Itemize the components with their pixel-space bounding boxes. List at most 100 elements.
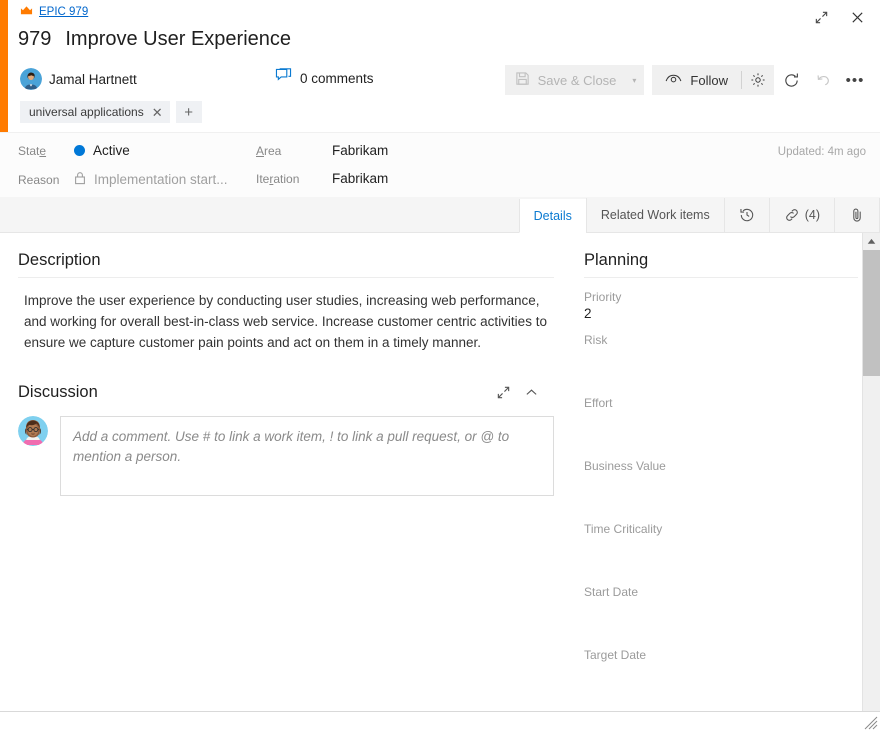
field-state-value[interactable]: Active (74, 143, 130, 158)
field-area-label: Area (256, 143, 282, 158)
close-icon[interactable] (844, 4, 870, 30)
work-item-fields-strip: State Active Reason Implementation start… (0, 132, 880, 197)
field-effort-value[interactable] (584, 412, 858, 431)
work-item-type-color-bar (0, 0, 8, 132)
comment-icon (275, 68, 292, 88)
crown-icon (20, 5, 33, 18)
work-item-title[interactable]: Improve User Experience (65, 28, 291, 51)
tab-history[interactable] (723, 198, 769, 232)
field-priority: Priority 2 (584, 290, 858, 325)
field-reason-value: Implementation start... (74, 171, 228, 188)
work-item-header: EPIC 979 979 Improve User Experience Jam… (0, 0, 880, 132)
tab-related-work-items-label: Related Work items (600, 208, 710, 222)
work-item-id: 979 (18, 28, 52, 50)
field-iteration: Iteration Fabrikam (256, 171, 388, 186)
assigned-to-name: Jamal Hartnett (49, 71, 137, 87)
scrollbar-track[interactable] (863, 250, 880, 714)
tab-details[interactable]: Details (518, 199, 586, 233)
scroll-up-button[interactable] (863, 233, 880, 250)
work-item-tabs: Details Related Work items (4) (0, 197, 880, 233)
field-priority-label: Priority (584, 290, 622, 304)
gear-icon[interactable] (742, 65, 774, 95)
field-target-date-value[interactable] (584, 664, 858, 683)
expand-icon[interactable] (496, 385, 511, 400)
field-time-criticality-label: Time Criticality (584, 522, 663, 536)
field-effort-label: Effort (584, 396, 613, 410)
more-actions-button[interactable]: ••• (840, 65, 870, 95)
field-effort: Effort (584, 396, 858, 431)
field-time-criticality-value[interactable] (584, 538, 858, 557)
field-target-date: Target Date (584, 648, 858, 683)
tab-related-work-items[interactable]: Related Work items (585, 198, 724, 232)
breadcrumb: EPIC 979 (20, 5, 88, 18)
description-heading: Description (18, 251, 101, 269)
field-iteration-label: Iteration (256, 171, 300, 186)
field-target-date-label: Target Date (584, 648, 647, 662)
scrollbar-thumb[interactable] (863, 250, 880, 376)
page-title: 979 Improve User Experience (18, 28, 291, 51)
epic-breadcrumb-link[interactable]: EPIC 979 (39, 6, 88, 18)
follow-button-group: Follow (652, 65, 774, 95)
field-business-value-value[interactable] (584, 475, 858, 494)
field-priority-value[interactable]: 2 (584, 306, 858, 325)
eye-icon (665, 73, 682, 88)
work-item-meta-row: Jamal Hartnett 0 comments (20, 68, 374, 90)
field-area-value[interactable]: Fabrikam (332, 143, 388, 158)
updated-timestamp: Updated: 4m ago (777, 146, 866, 158)
save-and-close-label: Save & Close (537, 72, 617, 88)
save-and-close-button[interactable]: Save & Close ▾ (504, 65, 645, 95)
chevron-down-icon[interactable]: ▾ (632, 76, 636, 85)
tab-links[interactable]: (4) (768, 198, 834, 232)
discussion-heading: Discussion (18, 383, 98, 401)
assigned-to-field[interactable]: Jamal Hartnett (20, 68, 137, 90)
description-text[interactable]: Improve the user experience by conductin… (18, 290, 554, 353)
revert-button[interactable] (808, 65, 838, 95)
comment-placeholder: Add a comment. Use # to link a work item… (73, 429, 510, 464)
resize-grip[interactable] (864, 716, 878, 730)
attachment-icon (849, 207, 865, 223)
follow-button[interactable]: Follow (652, 65, 741, 95)
planning-divider (584, 277, 858, 278)
field-reason: Reason Implementation start... (18, 171, 228, 188)
field-start-date: Start Date (584, 585, 858, 620)
add-tag-button[interactable]: + (175, 101, 202, 123)
field-reason-label: Reason (18, 172, 60, 187)
field-business-value-label: Business Value (584, 459, 666, 473)
work-item-toolbar: Save & Close ▾ Follow ••• (504, 65, 870, 95)
tab-details-label: Details (533, 208, 572, 223)
state-dot-icon (74, 145, 85, 156)
tab-attachments[interactable] (834, 198, 880, 232)
field-time-criticality: Time Criticality (584, 522, 858, 557)
work-item-dialog: EPIC 979 979 Improve User Experience Jam… (0, 0, 880, 731)
save-icon (515, 71, 530, 89)
details-right-pane: Planning Priority 2 Risk Effort Business… (572, 233, 880, 731)
comment-author-avatar (18, 416, 48, 446)
link-icon (784, 207, 800, 223)
field-area: Area Fabrikam (256, 143, 388, 158)
comments-count: 0 comments (300, 70, 374, 86)
maximize-icon[interactable] (808, 4, 834, 30)
planning-heading: Planning (584, 251, 649, 269)
window-controls (808, 4, 870, 30)
work-item-body: Description Improve the user experience … (0, 233, 880, 731)
dialog-footer (0, 711, 880, 731)
chevron-up-icon[interactable] (525, 386, 538, 399)
comments-link[interactable]: 0 comments (275, 68, 374, 88)
field-iteration-value[interactable]: Fabrikam (332, 171, 388, 186)
field-risk: Risk (584, 333, 858, 368)
vertical-scrollbar[interactable] (862, 233, 880, 731)
refresh-button[interactable] (776, 65, 806, 95)
field-start-date-label: Start Date (584, 585, 639, 599)
field-start-date-value[interactable] (584, 601, 858, 620)
field-risk-value[interactable] (584, 349, 858, 368)
comment-input[interactable]: Add a comment. Use # to link a work item… (60, 416, 554, 496)
field-state-label: State (18, 143, 47, 158)
tags-row: universal applications ✕ + (20, 101, 202, 123)
tag-remove-icon[interactable]: ✕ (152, 106, 163, 119)
avatar (20, 68, 42, 90)
description-divider (18, 277, 554, 278)
follow-label: Follow (690, 72, 728, 88)
tag-chip[interactable]: universal applications ✕ (20, 101, 170, 123)
field-risk-label: Risk (584, 333, 608, 347)
tab-links-count: (4) (804, 208, 820, 222)
